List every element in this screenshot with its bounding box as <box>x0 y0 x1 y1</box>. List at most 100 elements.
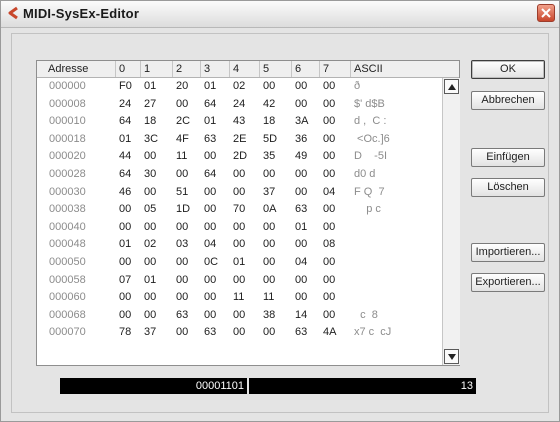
byte-cell[interactable]: 00 <box>321 97 335 111</box>
ascii-cell[interactable]: $' d$B <box>352 97 385 111</box>
byte-cell[interactable]: 43 <box>231 114 245 128</box>
byte-cell[interactable]: 04 <box>202 237 216 251</box>
byte-cell[interactable]: 3A <box>293 114 308 128</box>
byte-cell[interactable]: 00 <box>261 273 275 287</box>
byte-cell[interactable]: 01 <box>142 273 156 287</box>
byte-cell[interactable]: 00 <box>202 220 216 234</box>
table-row[interactable]: 000008 24 27 00 64 24 42 00 00 $' d$B <box>37 97 442 111</box>
byte-cell[interactable]: 00 <box>261 220 275 234</box>
byte-cell[interactable]: 00 <box>261 325 275 339</box>
byte-cell[interactable]: 00 <box>231 308 245 322</box>
byte-cell[interactable]: 00 <box>117 308 131 322</box>
byte-cell[interactable]: 00 <box>261 237 275 251</box>
byte-cell[interactable]: 64 <box>202 167 216 181</box>
byte-cell[interactable]: 00 <box>202 202 216 216</box>
byte-cell[interactable]: 63 <box>202 132 216 146</box>
table-row[interactable]: 000050 00 00 00 0C 01 00 04 00 <box>37 255 442 269</box>
byte-cell[interactable]: 38 <box>261 308 275 322</box>
table-row[interactable]: 000018 01 3C 4F 63 2E 5D 36 00 <Oc.]6 <box>37 132 442 146</box>
byte-cell[interactable]: 00 <box>321 273 335 287</box>
byte-cell[interactable]: 0C <box>202 255 218 269</box>
byte-cell[interactable]: 63 <box>293 202 307 216</box>
byte-cell[interactable]: 00 <box>174 167 188 181</box>
byte-cell[interactable]: 00 <box>321 255 335 269</box>
byte-cell[interactable]: 00 <box>231 273 245 287</box>
table-row[interactable]: 000030 46 00 51 00 00 37 00 04 F Q 7 <box>37 185 442 199</box>
byte-cell[interactable]: 01 <box>117 237 131 251</box>
byte-cell[interactable]: 00 <box>117 290 131 304</box>
byte-cell[interactable]: 00 <box>142 308 156 322</box>
ascii-cell[interactable]: ð <box>352 79 360 93</box>
ascii-cell[interactable]: F Q 7 <box>352 185 385 199</box>
byte-cell[interactable]: 00 <box>261 79 275 93</box>
byte-cell[interactable]: 00 <box>174 255 188 269</box>
table-row[interactable]: 000058 07 01 00 00 00 00 00 00 <box>37 273 442 287</box>
byte-cell[interactable]: F0 <box>117 79 132 93</box>
byte-cell[interactable]: 64 <box>117 167 131 181</box>
byte-cell[interactable]: 0A <box>261 202 276 216</box>
byte-cell[interactable]: 63 <box>174 308 188 322</box>
byte-cell[interactable]: 00 <box>321 308 335 322</box>
byte-cell[interactable]: 00 <box>174 290 188 304</box>
byte-cell[interactable]: 1D <box>174 202 190 216</box>
table-row[interactable]: 000048 01 02 03 04 00 00 00 08 <box>37 237 442 251</box>
byte-cell[interactable]: 64 <box>117 114 131 128</box>
byte-cell[interactable]: 37 <box>261 185 275 199</box>
byte-cell[interactable]: 70 <box>231 202 245 216</box>
byte-cell[interactable]: 63 <box>293 325 307 339</box>
table-row[interactable]: 000020 44 00 11 00 2D 35 49 00 D -5I <box>37 149 442 163</box>
ascii-cell[interactable]: c 8 <box>352 308 378 322</box>
byte-cell[interactable]: 00 <box>142 149 156 163</box>
byte-cell[interactable]: 00 <box>293 290 307 304</box>
byte-cell[interactable]: 4F <box>174 132 189 146</box>
byte-cell[interactable]: 01 <box>202 79 216 93</box>
byte-cell[interactable]: 24 <box>231 97 245 111</box>
byte-cell[interactable]: 00 <box>174 325 188 339</box>
ascii-cell[interactable] <box>352 290 354 304</box>
byte-cell[interactable]: 00 <box>202 185 216 199</box>
byte-cell[interactable]: 01 <box>202 114 216 128</box>
byte-cell[interactable]: 18 <box>142 114 156 128</box>
import-button[interactable]: Importieren... <box>471 243 545 262</box>
cancel-button[interactable]: Abbrechen <box>471 91 545 110</box>
byte-cell[interactable]: 01 <box>231 255 245 269</box>
byte-cell[interactable]: 04 <box>293 255 307 269</box>
byte-cell[interactable]: 36 <box>293 132 307 146</box>
byte-cell[interactable]: 24 <box>117 97 131 111</box>
ascii-cell[interactable] <box>352 237 354 251</box>
byte-cell[interactable]: 00 <box>142 185 156 199</box>
byte-cell[interactable]: 01 <box>117 132 131 146</box>
byte-cell[interactable]: 00 <box>202 290 216 304</box>
byte-cell[interactable]: 00 <box>321 220 335 234</box>
byte-cell[interactable]: 30 <box>142 167 156 181</box>
byte-cell[interactable]: 00 <box>231 237 245 251</box>
ascii-cell[interactable]: <Oc.]6 <box>352 132 390 146</box>
byte-cell[interactable]: 01 <box>142 79 156 93</box>
byte-cell[interactable]: 00 <box>321 132 335 146</box>
byte-cell[interactable]: 04 <box>321 185 335 199</box>
byte-cell[interactable]: 07 <box>117 273 131 287</box>
insert-button[interactable]: Einfügen <box>471 148 545 167</box>
byte-cell[interactable]: 03 <box>174 237 188 251</box>
delete-button[interactable]: Löschen <box>471 178 545 197</box>
byte-cell[interactable]: 00 <box>321 114 335 128</box>
byte-cell[interactable]: 44 <box>117 149 131 163</box>
byte-cell[interactable]: 18 <box>261 114 275 128</box>
ascii-cell[interactable]: x7 c cJ <box>352 325 391 339</box>
byte-cell[interactable]: 20 <box>174 79 188 93</box>
ascii-cell[interactable] <box>352 255 354 269</box>
ascii-cell[interactable]: D -5I <box>352 149 387 163</box>
byte-cell[interactable]: 00 <box>293 97 307 111</box>
ascii-cell[interactable] <box>352 273 354 287</box>
byte-cell[interactable]: 00 <box>117 202 131 216</box>
vertical-scrollbar[interactable] <box>442 78 460 365</box>
byte-cell[interactable]: 00 <box>293 273 307 287</box>
scroll-up-button[interactable] <box>444 79 459 94</box>
byte-cell[interactable]: 00 <box>174 97 188 111</box>
ascii-cell[interactable]: d , C : <box>352 114 386 128</box>
byte-cell[interactable]: 00 <box>231 325 245 339</box>
byte-cell[interactable]: 00 <box>142 255 156 269</box>
table-row[interactable]: 000010 64 18 2C 01 43 18 3A 00 d , C : <box>37 114 442 128</box>
byte-cell[interactable]: 01 <box>293 220 307 234</box>
byte-cell[interactable]: 00 <box>293 237 307 251</box>
